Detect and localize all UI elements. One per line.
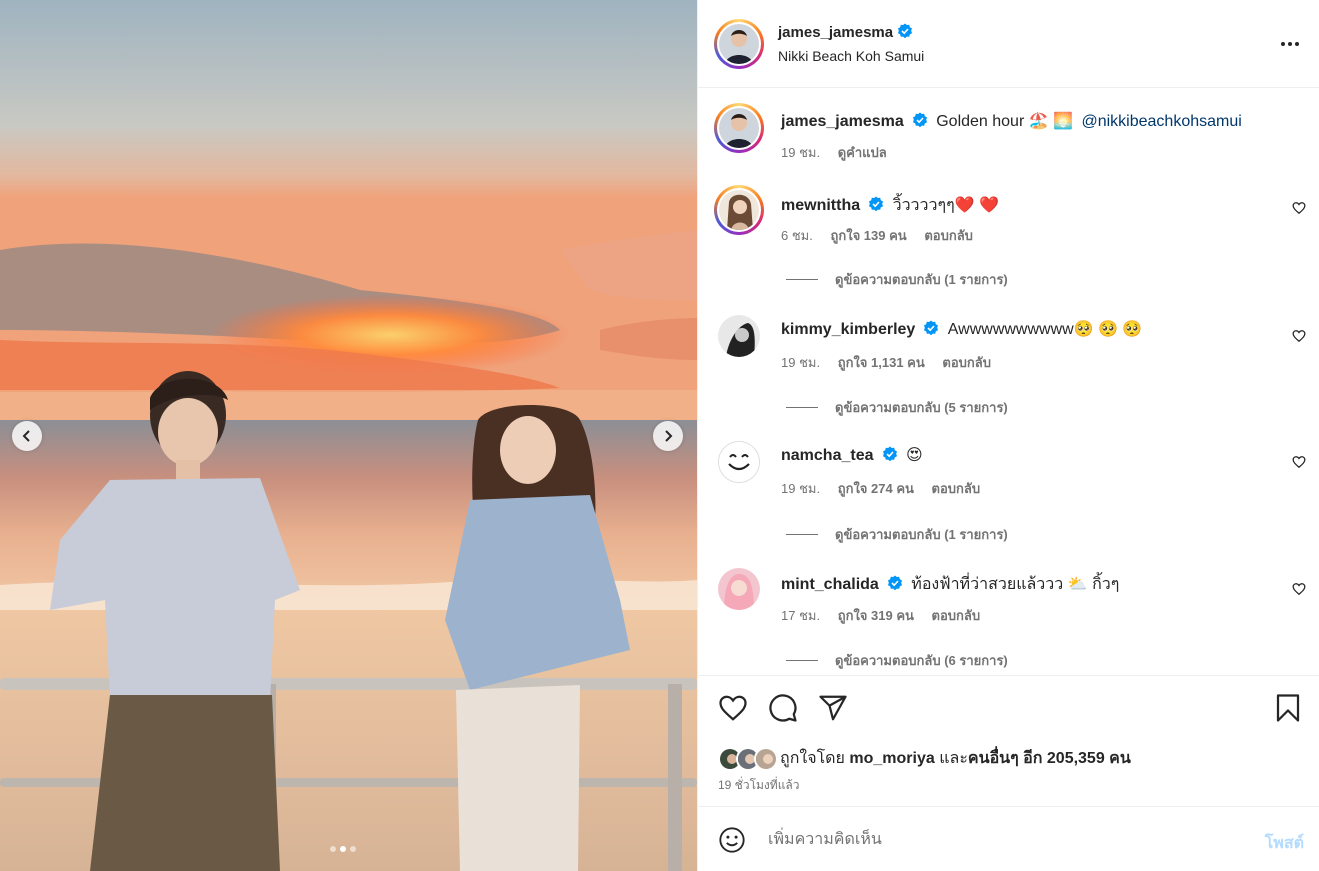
replies-divider — [786, 279, 818, 280]
comment-text: วิ้ววววๆๆ❤️ ❤️ — [892, 197, 999, 214]
verified-badge-icon — [882, 446, 897, 462]
author-avatar[interactable] — [714, 19, 764, 69]
liker-avatars — [718, 746, 780, 771]
verified-badge-icon — [887, 575, 902, 591]
sunset-beach-photo — [0, 0, 697, 871]
more-options-icon — [1281, 42, 1299, 46]
comment-username[interactable]: kimmy_kimberley — [781, 321, 915, 338]
heart-icon — [1292, 330, 1306, 343]
commenter-avatar[interactable] — [718, 441, 760, 483]
comment-username[interactable]: mewnittha — [781, 197, 860, 214]
comment-time[interactable]: 19 ชม. — [781, 481, 820, 496]
heart-icon — [1292, 456, 1306, 469]
comment-likes[interactable]: ถูกใจ 274 คน — [838, 481, 914, 496]
reply-button[interactable]: ตอบกลับ — [942, 355, 991, 370]
more-options-button[interactable] — [1280, 34, 1300, 57]
post-actions: ถูกใจโดย mo_moriya และคนอื่นๆ อีก 205,35… — [698, 675, 1319, 805]
caption-username[interactable]: james_jamesma — [781, 113, 904, 130]
view-replies-label: ดูข้อความตอบกลับ (1 รายการ) — [835, 272, 1008, 287]
comment-like-button[interactable] — [1292, 582, 1306, 599]
caption-time[interactable]: 19 ชม. — [781, 145, 820, 160]
commenter-avatar[interactable] — [718, 568, 760, 610]
comment-time[interactable]: 17 ชม. — [781, 608, 820, 623]
liker-username[interactable]: mo_moriya — [849, 750, 934, 767]
comment-text: ท้องฟ้าที่ว่าสวยแล้ววว ⛅ กิ้วๆ — [911, 576, 1120, 593]
comment-button[interactable] — [768, 693, 798, 726]
caption-avatar[interactable] — [714, 103, 764, 153]
author-username[interactable]: james_jamesma — [778, 24, 893, 41]
replies-divider — [786, 407, 818, 408]
comment-composer: โพสต์ — [698, 806, 1319, 871]
share-icon — [819, 695, 847, 721]
reply-button[interactable]: ตอบกลับ — [924, 228, 973, 243]
heart-icon — [1292, 202, 1306, 215]
chevron-left-icon — [22, 430, 30, 442]
next-slide-button[interactable] — [653, 421, 683, 451]
comment-time[interactable]: 6 ชม. — [781, 228, 813, 243]
view-replies-label: ดูข้อความตอบกลับ (1 รายการ) — [835, 527, 1008, 542]
comment-likes[interactable]: ถูกใจ 139 คน — [830, 228, 906, 243]
comment-icon — [769, 694, 797, 722]
emoji-button[interactable] — [718, 826, 746, 857]
chevron-right-icon — [665, 430, 673, 442]
comment-input[interactable] — [768, 825, 1228, 855]
verified-badge-icon — [924, 320, 939, 336]
emoji-icon — [719, 827, 745, 853]
translate-link[interactable]: ดูคำแปล — [838, 145, 887, 160]
likes-others-link[interactable]: คนอื่นๆ อีก 205,359 คน — [968, 750, 1131, 767]
verified-badge-icon — [898, 23, 913, 39]
caption-text: Golden hour 🏖️ 🌅 — [936, 113, 1074, 130]
post-comment-button[interactable]: โพสต์ — [1265, 831, 1304, 856]
likes-summary[interactable]: ถูกใจโดย mo_moriya และคนอื่นๆ อีก 205,35… — [718, 746, 1131, 771]
carousel-dot-active — [340, 846, 346, 852]
view-replies-label: ดูข้อความตอบกลับ (5 รายการ) — [835, 400, 1008, 415]
post-photo[interactable] — [0, 0, 697, 871]
comment-likes[interactable]: ถูกใจ 1,131 คน — [838, 355, 925, 370]
verified-badge-icon — [912, 112, 927, 128]
post-location[interactable]: Nikki Beach Koh Samui — [778, 48, 924, 64]
carousel-indicator — [330, 846, 356, 852]
save-button[interactable] — [1274, 693, 1302, 726]
commenter-avatar[interactable] — [718, 315, 760, 357]
commenter-avatar[interactable] — [714, 185, 764, 235]
post-header: james_jamesma Nikki Beach Koh Samui — [698, 0, 1319, 88]
reply-button[interactable]: ตอบกลับ — [932, 608, 981, 623]
replies-divider — [786, 534, 818, 535]
comment-text: 😍 — [905, 447, 923, 464]
view-replies-button[interactable]: ดูข้อความตอบกลับ (1 รายการ) — [786, 269, 1008, 290]
previous-slide-button[interactable] — [12, 421, 42, 451]
comments-list[interactable]: james_jamesma Golden hour 🏖️ 🌅 @nikkibea… — [698, 89, 1319, 675]
comment-text: Awwwwwwwwww🥺 🥺 🥺 — [947, 321, 1143, 338]
comment-username[interactable]: mint_chalida — [781, 576, 879, 593]
comment-time[interactable]: 19 ชม. — [781, 355, 820, 370]
bookmark-icon — [1276, 694, 1300, 722]
likes-prefix: ถูกใจโดย — [780, 750, 845, 767]
heart-icon — [719, 695, 747, 721]
view-replies-button[interactable]: ดูข้อความตอบกลับ (1 รายการ) — [786, 524, 1008, 545]
carousel-dot — [350, 846, 356, 852]
replies-divider — [786, 660, 818, 661]
verified-badge-icon — [869, 196, 884, 212]
comment-like-button[interactable] — [1292, 329, 1306, 346]
liker-avatar — [754, 746, 778, 771]
comment-username[interactable]: namcha_tea — [781, 447, 874, 464]
share-button[interactable] — [818, 693, 848, 726]
post-side-panel: james_jamesma Nikki Beach Koh Samui jame… — [697, 0, 1319, 871]
like-button[interactable] — [718, 693, 748, 726]
view-replies-label: ดูข้อความตอบกลับ (6 รายการ) — [835, 653, 1008, 668]
likes-conjunction: และ — [939, 750, 968, 767]
heart-icon — [1292, 583, 1306, 596]
carousel-dot — [330, 846, 336, 852]
caption-mention-link[interactable]: @nikkibeachkohsamui — [1081, 113, 1241, 130]
comment-like-button[interactable] — [1292, 201, 1306, 218]
reply-button[interactable]: ตอบกลับ — [932, 481, 981, 496]
view-replies-button[interactable]: ดูข้อความตอบกลับ (6 รายการ) — [786, 650, 1008, 671]
comment-likes[interactable]: ถูกใจ 319 คน — [838, 608, 914, 623]
post-time-ago[interactable]: 19 ชั่วโมงที่แล้ว — [718, 776, 800, 795]
comment-like-button[interactable] — [1292, 455, 1306, 472]
view-replies-button[interactable]: ดูข้อความตอบกลับ (5 รายการ) — [786, 397, 1008, 418]
